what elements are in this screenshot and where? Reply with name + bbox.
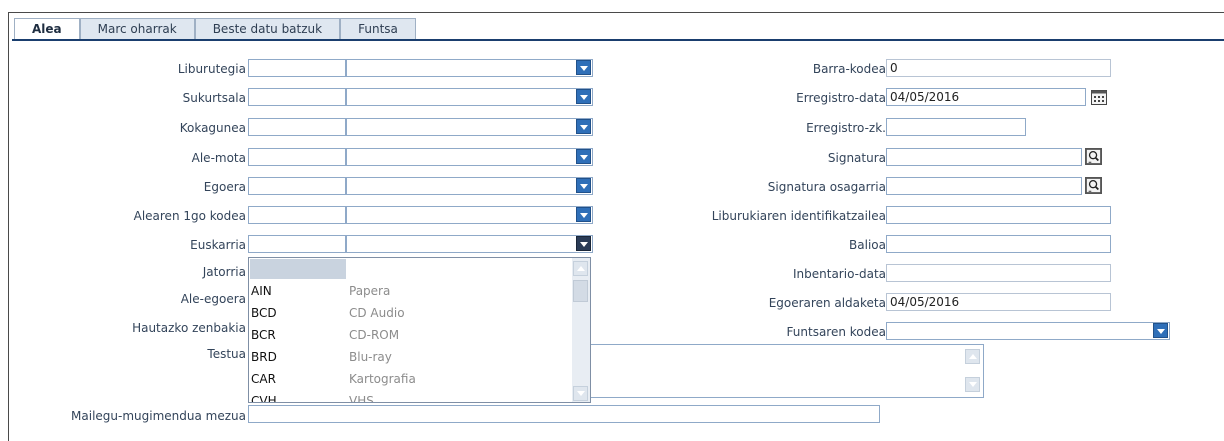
balioa-label: Balioa (849, 238, 886, 252)
dropdown-scroll-down-icon[interactable] (573, 386, 588, 401)
calendar-icon[interactable] (1091, 89, 1107, 105)
euskarria-dropdown-list: AIN Papera BCD CD Audio BCR CD-ROM BRD B… (248, 257, 591, 403)
egoeraren-aldaketa-input[interactable]: 04/05/2016 (886, 293, 1111, 311)
tab-marc-oharrak[interactable]: Marc oharrak (79, 18, 195, 39)
sukurtsala-code-input[interactable] (248, 88, 346, 106)
ale-mota-code-input[interactable] (248, 148, 346, 166)
alearen-1go-kodea-dropdown-button[interactable] (576, 207, 591, 222)
balioa-input[interactable] (886, 235, 1111, 253)
kokagunea-select[interactable] (346, 118, 593, 136)
signatura-input[interactable] (886, 148, 1082, 166)
list-item[interactable] (250, 259, 346, 279)
tab-beste-datu-batzuk[interactable]: Beste datu batzuk (194, 18, 341, 39)
egoera-code-input[interactable] (248, 177, 346, 195)
alearen-1go-kodea-label: Alearen 1go kodea (133, 209, 246, 223)
testua-scroll-up-icon[interactable] (965, 349, 980, 364)
dropdown-scroll-thumb[interactable] (573, 280, 588, 302)
mailegu-mugimendua-input[interactable] (248, 405, 880, 423)
euskarria-select[interactable] (346, 235, 593, 253)
jatorria-label: Jatorria (202, 265, 246, 279)
list-item[interactable]: AIN Papera (250, 280, 570, 302)
alearen-1go-kodea-select[interactable] (346, 206, 593, 224)
signatura-search-icon[interactable] (1085, 148, 1102, 165)
kokagunea-label: Kokagunea (179, 121, 246, 135)
hautazko-zenbakia-label: Hautazko zenbakia (132, 321, 246, 335)
funtsaren-kodea-select[interactable] (886, 322, 1170, 340)
tab-divider (12, 39, 1224, 41)
list-item[interactable]: BRD Blu-ray (250, 346, 570, 368)
signatura-label: Signatura (827, 151, 886, 165)
sukurtsala-label: Sukurtsala (182, 91, 246, 105)
ale-mota-dropdown-button[interactable] (576, 149, 591, 164)
ale-mota-label: Ale-mota (191, 151, 246, 165)
mailegu-mugimendua-label: Mailegu-mugimendua mezua (71, 409, 246, 423)
euskarria-label: Euskarria (190, 238, 246, 252)
tab-funtsa[interactable]: Funtsa (340, 18, 416, 39)
egoeraren-aldaketa-label: Egoeraren aldaketa (768, 296, 886, 310)
egoera-dropdown-button[interactable] (576, 178, 591, 193)
tab-alea[interactable]: Alea (14, 18, 80, 40)
liburukiaren-identifikatzailea-input[interactable] (886, 206, 1111, 224)
inbentario-data-label: Inbentario-data (793, 267, 886, 281)
signatura-osagarria-label: Signatura osagarria (767, 180, 886, 194)
kokagunea-dropdown-button[interactable] (576, 119, 591, 134)
ale-mota-select[interactable] (346, 148, 593, 166)
liburutegia-label: Liburutegia (177, 62, 246, 76)
egoera-select[interactable] (346, 177, 593, 195)
tab-bar: Alea Marc oharrak Beste datu batzuk Funt… (14, 18, 416, 40)
testua-label: Testua (207, 347, 246, 361)
alearen-1go-kodea-code-input[interactable] (248, 206, 346, 224)
kokagunea-code-input[interactable] (248, 118, 346, 136)
egoera-label: Egoera (203, 180, 246, 194)
liburukiaren-identifikatzailea-label: Liburukiaren identifikatzailea (711, 209, 886, 223)
inbentario-data-input[interactable] (886, 264, 1111, 282)
erregistro-data-input[interactable]: 04/05/2016 (886, 88, 1086, 106)
funtsaren-kodea-dropdown-button[interactable] (1153, 323, 1168, 338)
liburutegia-code-input[interactable] (248, 59, 346, 77)
liburutegia-dropdown-button[interactable] (576, 60, 591, 75)
barra-kodea-input[interactable]: 0 (886, 59, 1111, 77)
dropdown-scroll-up-icon[interactable] (573, 261, 588, 276)
liburutegia-select[interactable] (346, 59, 593, 77)
list-item[interactable]: BCR CD-ROM (250, 324, 570, 346)
euskarria-code-input[interactable] (248, 235, 346, 253)
ale-egoera-label: Ale-egoera (180, 292, 246, 306)
signatura-osagarria-search-icon[interactable] (1085, 177, 1102, 194)
sukurtsala-dropdown-button[interactable] (576, 89, 591, 104)
list-item[interactable]: BCD CD Audio (250, 302, 570, 324)
signatura-osagarria-input[interactable] (886, 177, 1082, 195)
list-item[interactable]: CAR Kartografia (250, 368, 570, 390)
sukurtsala-select[interactable] (346, 88, 593, 106)
euskarria-dropdown-button[interactable] (576, 236, 591, 251)
list-item[interactable]: CVH VHS (250, 390, 570, 402)
barra-kodea-label: Barra-kodea (812, 62, 886, 76)
funtsaren-kodea-label: Funtsaren kodea (786, 325, 886, 339)
erregistro-data-label: Erregistro-data (796, 91, 886, 105)
testua-scroll-down-icon[interactable] (965, 377, 980, 392)
erregistro-zk-label: Erregistro-zk. (806, 121, 886, 135)
erregistro-zk-input[interactable] (886, 118, 1026, 136)
